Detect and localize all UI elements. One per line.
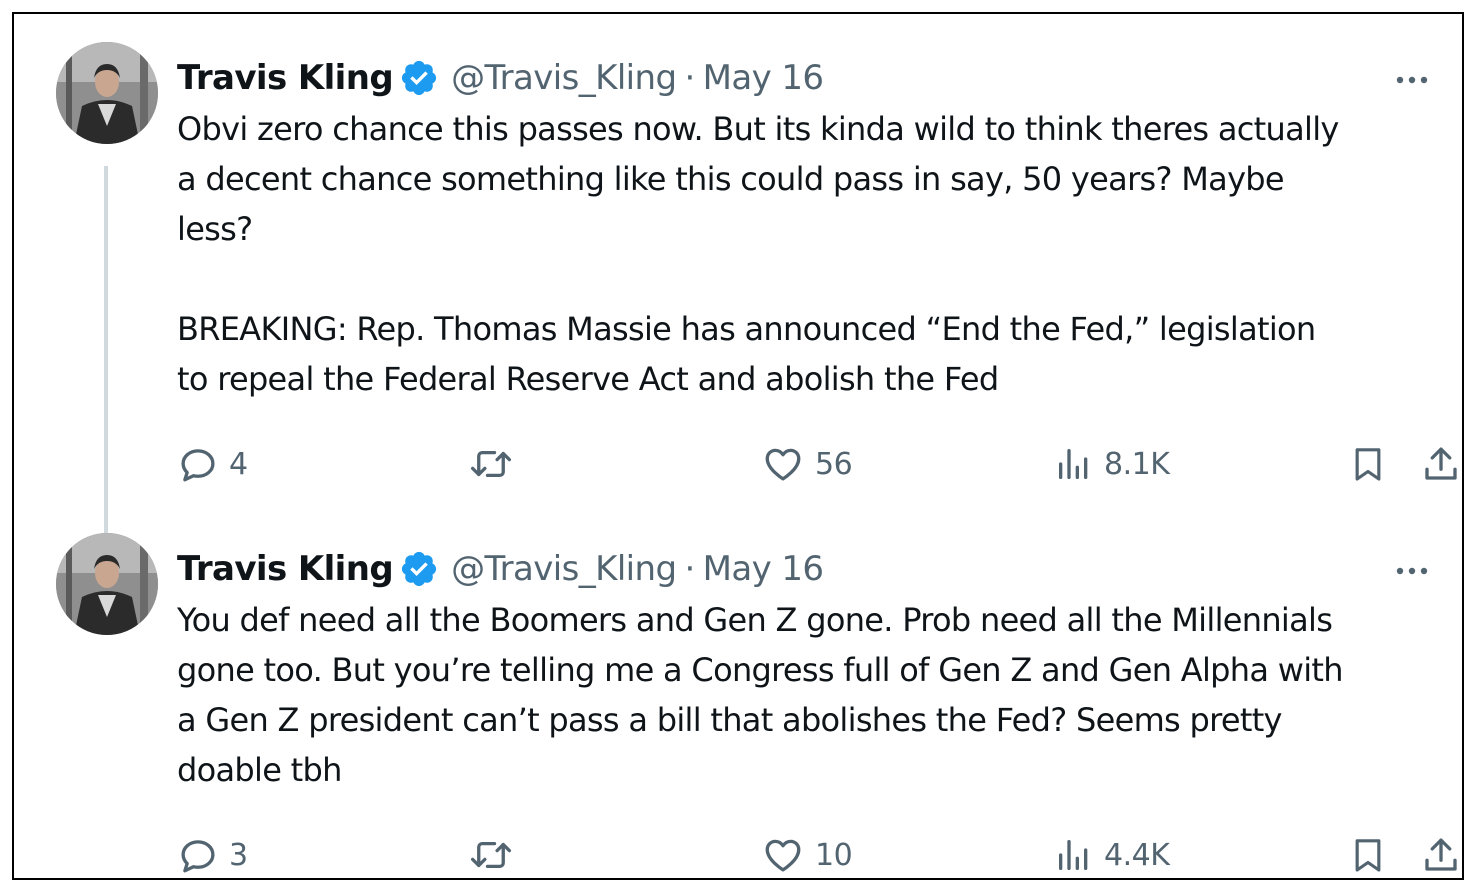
avatar[interactable] bbox=[56, 533, 158, 635]
retweet-icon bbox=[470, 450, 512, 478]
share-upload-icon bbox=[1425, 447, 1457, 480]
reply-icon bbox=[181, 449, 215, 482]
retweet-button[interactable] bbox=[468, 831, 514, 879]
retweet-icon bbox=[470, 841, 512, 869]
author-handle[interactable]: @Travis_Kling bbox=[451, 56, 677, 100]
like-count: 56 bbox=[815, 446, 853, 482]
reply-count: 4 bbox=[229, 446, 248, 482]
heart-icon bbox=[765, 839, 801, 872]
heart-icon bbox=[765, 448, 801, 481]
reply-count: 3 bbox=[229, 837, 248, 873]
verified-badge-icon bbox=[399, 58, 439, 98]
tweet-text-line: BREAKING: Rep. Thomas Massie has announc… bbox=[177, 310, 1316, 348]
tweet-actions-bar: 4 56 8.1K bbox=[14, 440, 1462, 488]
verified-badge-icon bbox=[399, 549, 439, 589]
tweet-text-line: less? bbox=[177, 210, 253, 248]
share-upload-icon bbox=[1425, 838, 1457, 871]
reply-button[interactable]: 4 bbox=[177, 440, 248, 488]
reply-icon bbox=[181, 840, 215, 873]
views-button[interactable]: 4.4K bbox=[1054, 831, 1170, 879]
separator-dot: · bbox=[684, 58, 695, 98]
tweet-text-line: doable tbh bbox=[177, 751, 342, 789]
tweet-actions-bar: 3 10 4.4K bbox=[14, 831, 1462, 879]
separator-dot: · bbox=[684, 549, 695, 589]
tweet-date[interactable]: May 16 bbox=[703, 56, 824, 100]
avatar-photo-icon bbox=[56, 533, 158, 635]
avatar[interactable] bbox=[56, 42, 158, 144]
tweet-date[interactable]: May 16 bbox=[703, 547, 824, 591]
avatar-photo-icon bbox=[56, 42, 158, 144]
tweet-text-line: a decent chance something like this coul… bbox=[177, 160, 1285, 198]
bookmark-icon bbox=[1355, 839, 1381, 872]
views-bar-chart-icon bbox=[1059, 840, 1088, 870]
tweet-text-line: to repeal the Federal Reserve Act and ab… bbox=[177, 360, 999, 398]
author-name[interactable]: Travis Kling bbox=[177, 547, 394, 591]
author-handle[interactable]: @Travis_Kling bbox=[451, 547, 677, 591]
more-dots-icon[interactable] bbox=[1392, 563, 1432, 577]
tweet-text-line: You def need all the Boomers and Gen Z g… bbox=[177, 601, 1333, 639]
share-button[interactable] bbox=[1420, 831, 1462, 879]
more-dots-icon[interactable] bbox=[1392, 72, 1432, 86]
views-count: 4.4K bbox=[1104, 837, 1170, 873]
tweet-text-line: gone too. But you’re telling me a Congre… bbox=[177, 651, 1344, 689]
views-bar-chart-icon bbox=[1059, 449, 1088, 479]
tweet-header: Travis Kling @Travis_Kling · May 16 bbox=[177, 56, 824, 100]
retweet-button[interactable] bbox=[468, 440, 514, 488]
share-button[interactable] bbox=[1420, 440, 1462, 488]
tweet-text-line: Obvi zero chance this passes now. But it… bbox=[177, 110, 1339, 148]
like-button[interactable]: 10 bbox=[761, 831, 853, 879]
like-count: 10 bbox=[815, 837, 853, 873]
tweet-text-line: a Gen Z president can’t pass a bill that… bbox=[177, 701, 1282, 739]
views-count: 8.1K bbox=[1104, 446, 1170, 482]
bookmark-button[interactable] bbox=[1348, 831, 1388, 879]
tweet-text: Obvi zero chance this passes now. But it… bbox=[177, 104, 1471, 404]
tweet-text: You def need all the Boomers and Gen Z g… bbox=[177, 595, 1471, 795]
author-name[interactable]: Travis Kling bbox=[177, 56, 394, 100]
bookmark-icon bbox=[1355, 448, 1381, 481]
reply-button[interactable]: 3 bbox=[177, 831, 248, 879]
views-button[interactable]: 8.1K bbox=[1054, 440, 1170, 488]
like-button[interactable]: 56 bbox=[761, 440, 853, 488]
bookmark-button[interactable] bbox=[1348, 440, 1388, 488]
tweet-header: Travis Kling @Travis_Kling · May 16 bbox=[177, 547, 824, 591]
tweet-thread-card: Travis Kling @Travis_Kling · May 16 Obvi… bbox=[12, 12, 1464, 880]
